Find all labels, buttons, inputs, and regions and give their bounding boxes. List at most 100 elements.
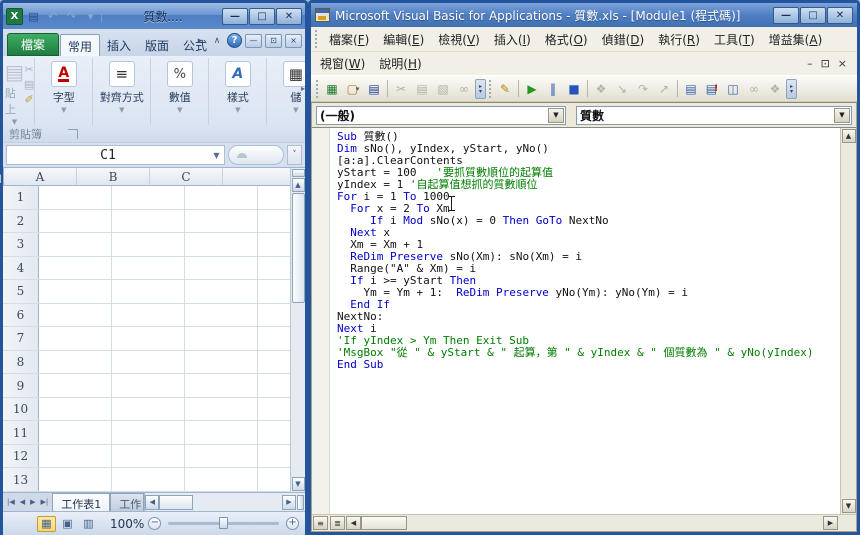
ribbon-group-樣式[interactable]: A 樣式 ▼: [208, 58, 266, 125]
vertical-scrollbar[interactable]: ▲ ▼: [290, 168, 305, 492]
cell-A8[interactable]: [39, 350, 112, 374]
scroll-left-icon[interactable]: ◀: [346, 516, 361, 530]
row-header-10[interactable]: 10: [3, 397, 39, 421]
cell-A2[interactable]: [39, 209, 112, 233]
cell-partial[interactable]: [258, 209, 290, 233]
scroll-up-icon[interactable]: ▲: [291, 178, 305, 192]
row-header-7[interactable]: 7: [3, 327, 39, 350]
reset-button[interactable]: ■: [564, 79, 584, 99]
cell-A5[interactable]: [39, 280, 112, 303]
expand-formula-bar-button[interactable]: ˅: [287, 145, 302, 165]
cell-B6[interactable]: [112, 303, 185, 327]
insert-userform-button[interactable]: ▢ ▾: [343, 79, 363, 99]
step-out-button[interactable]: ↗: [654, 79, 674, 99]
scroll-thumb[interactable]: [361, 516, 407, 530]
cell-partial[interactable]: [258, 186, 290, 209]
maximize-button[interactable]: □: [800, 6, 826, 24]
cell-B8[interactable]: [112, 350, 185, 374]
row-header-2[interactable]: 2: [3, 209, 39, 233]
menubar-grip[interactable]: [314, 29, 319, 49]
paste-button[interactable]: ▧: [433, 79, 453, 99]
save-button[interactable]: ▤: [25, 8, 42, 25]
sheet-nav-icon[interactable]: |◀: [5, 496, 17, 508]
row-header-5[interactable]: 5: [3, 280, 39, 303]
cell-B1[interactable]: [112, 186, 185, 209]
design-hand-button[interactable]: ❖: [591, 79, 611, 99]
row-header-11[interactable]: 11: [3, 421, 39, 444]
cell-partial[interactable]: [258, 256, 290, 280]
dialog-launcher-icon[interactable]: [68, 128, 78, 139]
cell-B11[interactable]: [112, 421, 185, 444]
vba-app-icon[interactable]: [315, 8, 330, 22]
cell-C1[interactable]: [185, 186, 258, 209]
procedure-dropdown[interactable]: 質數 ▼: [576, 105, 852, 125]
toolbar-overflow-icon[interactable]: ▸ ▾: [475, 78, 486, 99]
ribbon-group-數值[interactable]: % 數值 ▼: [150, 58, 208, 125]
cell-A6[interactable]: [39, 303, 112, 327]
dropdown-arrow-icon[interactable]: ▼: [834, 107, 850, 123]
insert-function-button[interactable]: [228, 145, 284, 165]
cell-C5[interactable]: [185, 280, 258, 303]
redo-button[interactable]: ↷: [63, 8, 80, 25]
cell-partial[interactable]: [258, 374, 290, 397]
ribbon-tab-插入[interactable]: 插入: [100, 34, 138, 56]
ribbon-tab-常用[interactable]: 常用: [60, 34, 101, 56]
page-layout-view-button[interactable]: ▣: [58, 516, 77, 532]
sheet-nav-icon[interactable]: ▶|: [39, 496, 51, 508]
column-header-partial[interactable]: [223, 168, 296, 185]
workbook-minimize-button[interactable]: —: [245, 33, 262, 48]
row-header-4[interactable]: 4: [3, 256, 39, 280]
save-button[interactable]: ▤: [364, 79, 384, 99]
cell-partial[interactable]: [258, 280, 290, 303]
name-box[interactable]: C1 ▼: [6, 145, 225, 165]
menu-item[interactable]: 增益集(A): [762, 28, 830, 51]
column-header-B[interactable]: B: [77, 168, 150, 185]
mdi-minimize-button[interactable]: –: [807, 58, 813, 69]
cell-partial[interactable]: [258, 444, 290, 468]
scroll-left-icon[interactable]: ◀: [145, 494, 160, 510]
ribbon-tab-版面[interactable]: 版面: [138, 34, 176, 56]
view-excel-button[interactable]: ▦: [322, 79, 342, 99]
column-header-A[interactable]: A: [4, 168, 77, 185]
break-button[interactable]: ‖: [543, 79, 563, 99]
menu-item[interactable]: 檔案(F): [322, 28, 376, 51]
cell-partial[interactable]: [258, 327, 290, 350]
cell-B3[interactable]: [112, 233, 185, 256]
immediate-window-button[interactable]: ▤!: [702, 79, 722, 99]
zoom-slider-handle[interactable]: [219, 517, 229, 529]
code-editor[interactable]: Sub 質數() Dim sNo(), yIndex, yStart, yNo()…: [312, 127, 856, 514]
scroll-down-icon[interactable]: ▼: [841, 499, 856, 513]
cell-C7[interactable]: [185, 327, 258, 350]
scroll-up-icon[interactable]: ▲: [841, 129, 856, 143]
copy-button[interactable]: ▤: [412, 79, 432, 99]
find-button[interactable]: ∞: [454, 79, 474, 99]
toolbar-grip[interactable]: [488, 79, 493, 98]
normal-view-button[interactable]: ▦: [37, 515, 56, 532]
undo-button[interactable]: ↶: [44, 8, 61, 25]
cell-B5[interactable]: [112, 280, 185, 303]
cell-A7[interactable]: [39, 327, 112, 350]
cell-partial[interactable]: [258, 468, 290, 491]
menu-item[interactable]: 視窗(W): [313, 52, 372, 75]
cell-partial[interactable]: [258, 350, 290, 374]
zoom-slider[interactable]: [168, 517, 279, 529]
copy-icon[interactable]: ▤: [24, 79, 34, 91]
minimize-button[interactable]: —: [222, 7, 248, 25]
scroll-right-icon[interactable]: ▶: [282, 494, 296, 510]
name-box-dropdown-icon[interactable]: ▼: [209, 151, 224, 160]
dropdown-arrow-icon[interactable]: ▼: [548, 107, 564, 123]
tab-split-handle[interactable]: [297, 494, 304, 510]
cell-B9[interactable]: [112, 374, 185, 397]
menu-item[interactable]: 執行(R): [651, 28, 707, 51]
step-into-button[interactable]: ↘: [612, 79, 632, 99]
cell-C6[interactable]: [185, 303, 258, 327]
format-painter-icon[interactable]: ✐: [25, 94, 34, 106]
call-stack-button[interactable]: ❖: [765, 79, 785, 99]
scroll-thumb[interactable]: [159, 494, 194, 510]
row-header-9[interactable]: 9: [3, 374, 39, 397]
cell-B7[interactable]: [112, 327, 185, 350]
cell-C3[interactable]: [185, 233, 258, 256]
cell-C8[interactable]: [185, 350, 258, 374]
cell-A10[interactable]: [39, 397, 112, 421]
cell-A9[interactable]: [39, 374, 112, 397]
